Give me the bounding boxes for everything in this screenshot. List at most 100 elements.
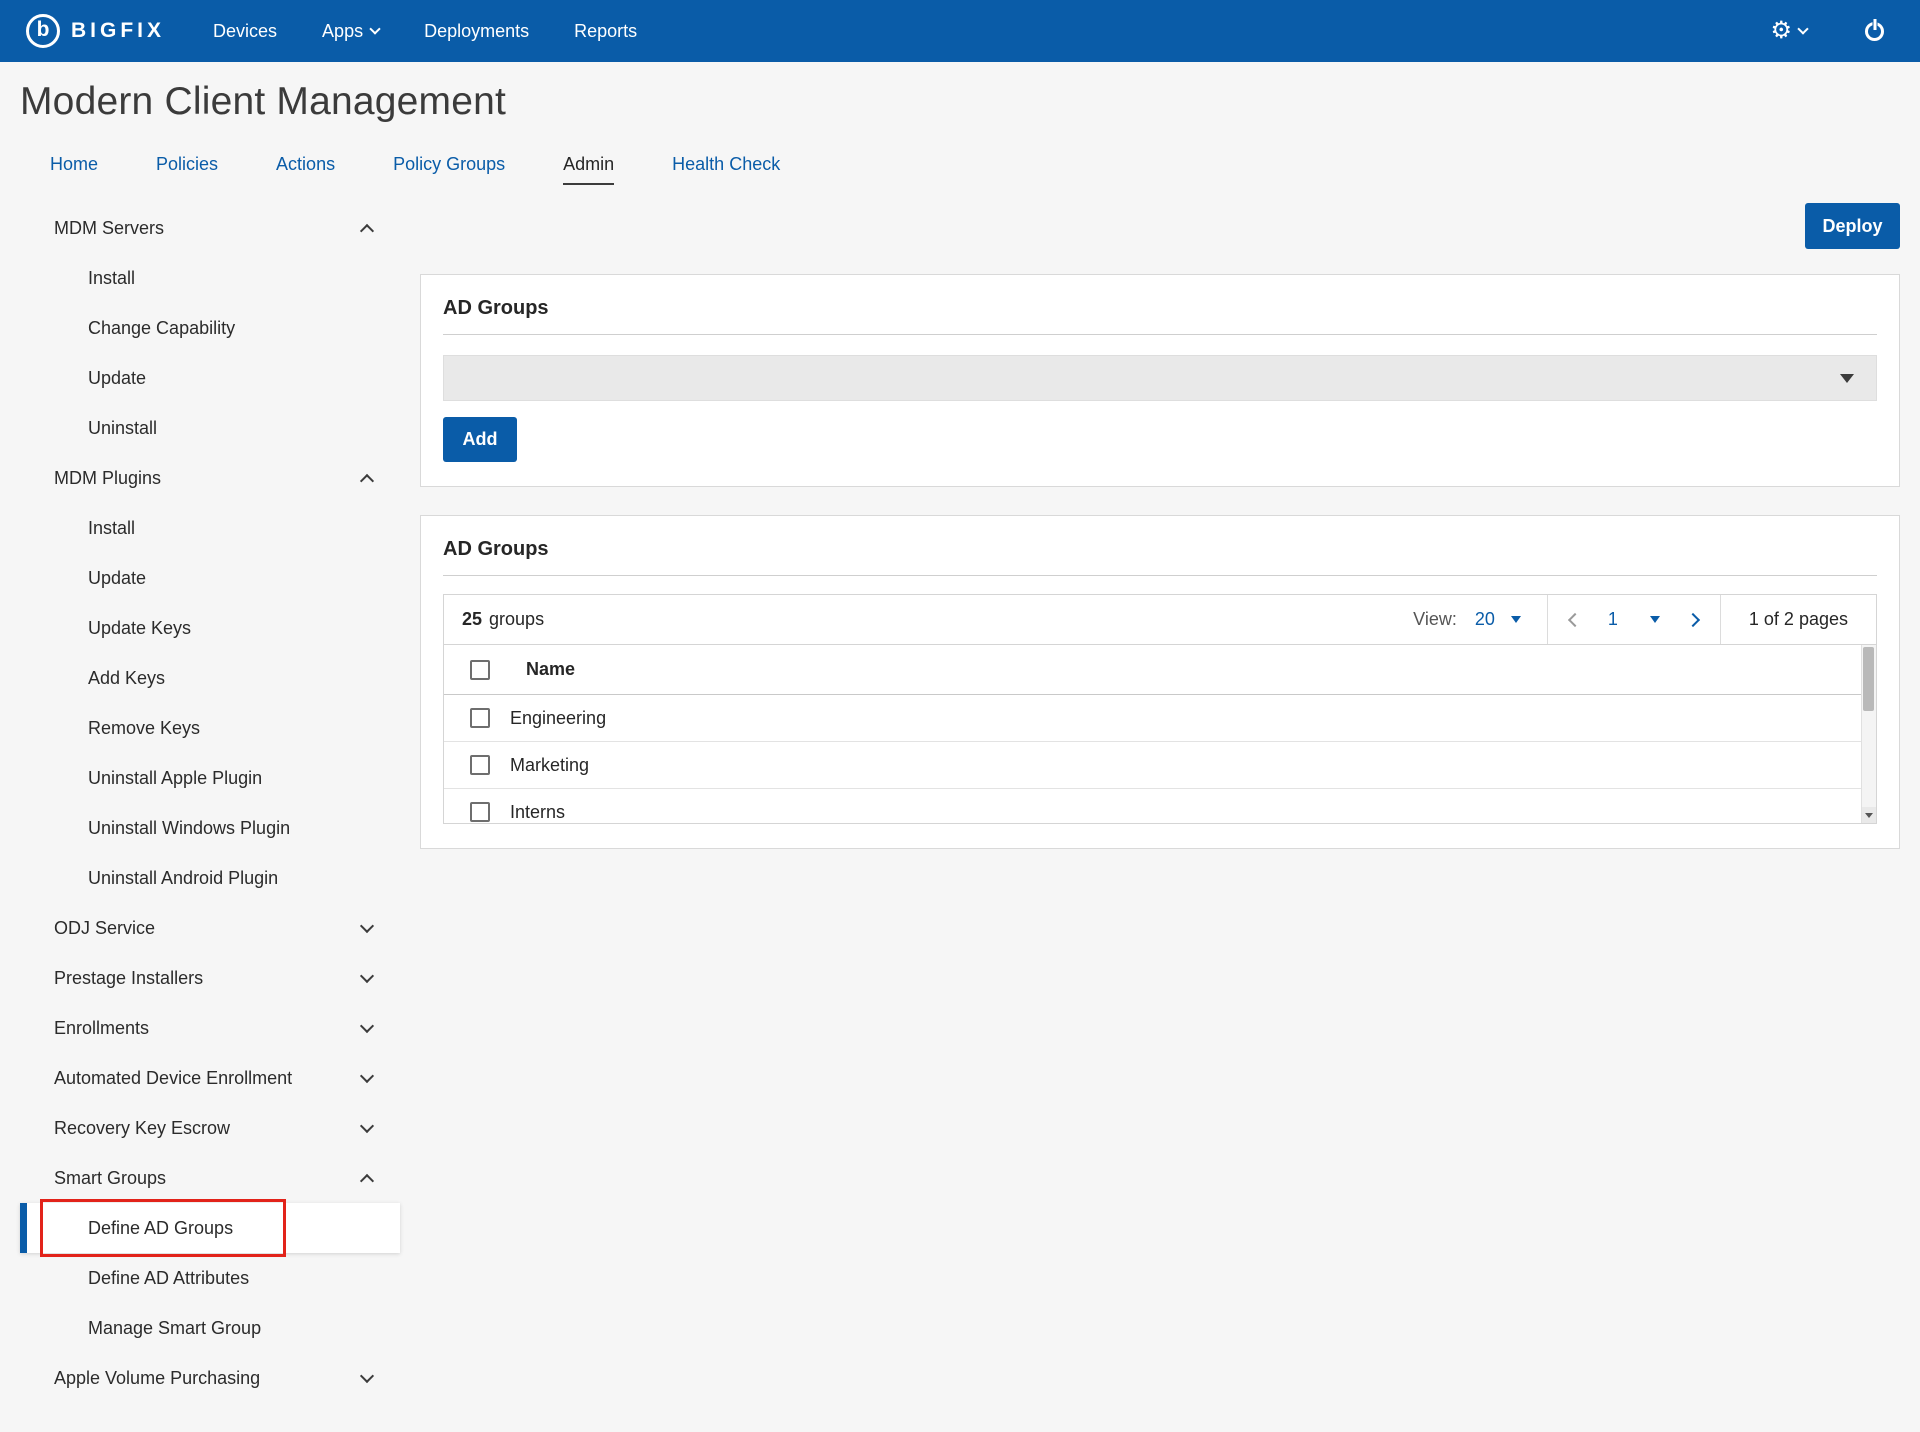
settings-gear-icon[interactable]: ⚙ xyxy=(1770,19,1807,43)
chevron-down-icon xyxy=(360,1019,374,1033)
sidebar-item-label: Install xyxy=(88,268,135,289)
sidebar-item-label: Define AD Groups xyxy=(88,1218,233,1239)
sidebar-item-label: ODJ Service xyxy=(54,918,155,939)
view-label: View: xyxy=(1413,595,1475,644)
sidebar-item-label: Manage Smart Group xyxy=(88,1318,261,1339)
tab-policy-groups[interactable]: Policy Groups xyxy=(393,154,505,185)
table-toolbar: 25 groups View: 20 1 1 of 2 pages xyxy=(444,595,1876,645)
nav-reports[interactable]: Reports xyxy=(574,21,637,42)
chevron-down-icon xyxy=(360,1069,374,1083)
sidebar-item-label: Uninstall Android Plugin xyxy=(88,868,278,889)
caret-down-icon xyxy=(1650,616,1660,623)
scroll-down-button[interactable] xyxy=(1862,807,1876,823)
group-count-value: 25 xyxy=(462,609,482,630)
sidebar-item-mdm-plugins[interactable]: MDM Plugins xyxy=(20,453,400,503)
nav-devices[interactable]: Devices xyxy=(213,21,277,42)
nav-devices-label: Devices xyxy=(213,21,277,42)
name-column-header: Name xyxy=(526,659,575,680)
tab-home[interactable]: Home xyxy=(50,154,98,185)
group-name: Interns xyxy=(510,802,565,823)
ad-group-select[interactable] xyxy=(443,355,1877,401)
sidebar-item-odj-service[interactable]: ODJ Service xyxy=(20,903,400,953)
nav-apps[interactable]: Apps xyxy=(322,21,379,42)
sidebar-item-label: Install xyxy=(88,518,135,539)
sidebar-item-manage-smart-group[interactable]: Manage Smart Group xyxy=(20,1303,400,1353)
sidebar-item-recovery-key-escrow[interactable]: Recovery Key Escrow xyxy=(20,1103,400,1153)
nav-deployments[interactable]: Deployments xyxy=(424,21,529,42)
card-title: AD Groups xyxy=(443,538,1877,561)
sidebar-item-uninstall-windows-plugin[interactable]: Uninstall Windows Plugin xyxy=(20,803,400,853)
chevron-down-icon xyxy=(360,1119,374,1133)
sidebar-item-mdm-plugins-update[interactable]: Update xyxy=(20,553,400,603)
add-button[interactable]: Add xyxy=(443,417,517,462)
table-row: Engineering xyxy=(444,695,1876,742)
table-scroll-area: Name Engineering Marketing Interns xyxy=(444,645,1876,823)
chevron-up-icon xyxy=(360,473,374,487)
sidebar-item-define-ad-groups[interactable]: Define AD Groups xyxy=(20,1203,400,1253)
chevron-right-icon xyxy=(1686,612,1700,626)
bigfix-logo[interactable]: b BIGFIX xyxy=(26,14,165,48)
caret-down-icon xyxy=(1511,616,1521,623)
active-indicator-bar xyxy=(20,1203,27,1253)
sidebar-item-define-ad-attributes[interactable]: Define AD Attributes xyxy=(20,1253,400,1303)
navbar-right: ⚙ xyxy=(1770,19,1894,43)
sidebar-item-prestage-installers[interactable]: Prestage Installers xyxy=(20,953,400,1003)
group-name: Marketing xyxy=(510,755,589,776)
chevron-down-icon xyxy=(1797,23,1808,34)
row-checkbox[interactable] xyxy=(470,755,490,775)
sidebar-item-smart-groups[interactable]: Smart Groups xyxy=(20,1153,400,1203)
page-size-select[interactable]: 20 xyxy=(1475,595,1547,644)
scrollbar-thumb[interactable] xyxy=(1863,647,1874,711)
sidebar-item-apple-volume-purchasing[interactable]: Apple Volume Purchasing xyxy=(20,1353,400,1403)
sidebar-item-label: MDM Servers xyxy=(54,218,164,239)
group-count: 25 groups xyxy=(462,595,544,644)
sidebar-item-mdm-servers-update[interactable]: Update xyxy=(20,353,400,403)
sidebar-item-label: MDM Plugins xyxy=(54,468,161,489)
group-name: Engineering xyxy=(510,708,606,729)
sidebar-item-remove-keys[interactable]: Remove Keys xyxy=(20,703,400,753)
table-scrollbar[interactable] xyxy=(1861,645,1876,823)
sidebar-item-label: Automated Device Enrollment xyxy=(54,1068,292,1089)
tab-actions[interactable]: Actions xyxy=(276,154,335,185)
deploy-button[interactable]: Deploy xyxy=(1805,203,1900,249)
sidebar-item-uninstall-android-plugin[interactable]: Uninstall Android Plugin xyxy=(20,853,400,903)
sidebar-item-label: Change Capability xyxy=(88,318,235,339)
top-navbar: b BIGFIX Devices Apps Deployments Report… xyxy=(0,0,1920,62)
sidebar-item-label: Smart Groups xyxy=(54,1168,166,1189)
sidebar-item-label: Uninstall Windows Plugin xyxy=(88,818,290,839)
sidebar-item-change-capability[interactable]: Change Capability xyxy=(20,303,400,353)
nav-deployments-label: Deployments xyxy=(424,21,529,42)
admin-sidebar: MDM Servers Install Change Capability Up… xyxy=(20,203,400,1403)
sidebar-item-uninstall-apple-plugin[interactable]: Uninstall Apple Plugin xyxy=(20,753,400,803)
ad-groups-table: 25 groups View: 20 1 1 of 2 pages xyxy=(443,594,1877,824)
sidebar-item-add-keys[interactable]: Add Keys xyxy=(20,653,400,703)
tab-admin[interactable]: Admin xyxy=(563,154,614,185)
sidebar-item-enrollments[interactable]: Enrollments xyxy=(20,1003,400,1053)
sidebar-item-mdm-servers-uninstall[interactable]: Uninstall xyxy=(20,403,400,453)
sidebar-item-automated-device-enrollment[interactable]: Automated Device Enrollment xyxy=(20,1053,400,1103)
pages-indicator: 1 of 2 pages xyxy=(1721,595,1876,644)
sidebar-item-update-keys[interactable]: Update Keys xyxy=(20,603,400,653)
page-number-value: 1 xyxy=(1608,609,1618,630)
sidebar-item-mdm-servers[interactable]: MDM Servers xyxy=(20,203,400,253)
sidebar-item-label: Update xyxy=(88,568,146,589)
select-caret-icon xyxy=(1840,374,1854,383)
tab-health-check[interactable]: Health Check xyxy=(672,154,780,185)
next-page-button[interactable] xyxy=(1666,595,1720,644)
select-all-checkbox[interactable] xyxy=(470,660,490,680)
table-row: Marketing xyxy=(444,742,1876,789)
table-row: Interns xyxy=(444,789,1876,823)
page-number-select[interactable]: 1 xyxy=(1602,595,1666,644)
gear-icon: ⚙ xyxy=(1770,19,1792,43)
sidebar-item-mdm-servers-install[interactable]: Install xyxy=(20,253,400,303)
sidebar-item-label: Apple Volume Purchasing xyxy=(54,1368,260,1389)
row-checkbox[interactable] xyxy=(470,802,490,822)
nav-apps-label: Apps xyxy=(322,21,363,42)
row-checkbox[interactable] xyxy=(470,708,490,728)
prev-page-button[interactable] xyxy=(1548,595,1602,644)
tab-policies[interactable]: Policies xyxy=(156,154,218,185)
sidebar-item-mdm-plugins-install[interactable]: Install xyxy=(20,503,400,553)
chevron-down-icon xyxy=(360,919,374,933)
power-icon[interactable] xyxy=(1865,22,1884,41)
chevron-down-icon xyxy=(360,1369,374,1383)
